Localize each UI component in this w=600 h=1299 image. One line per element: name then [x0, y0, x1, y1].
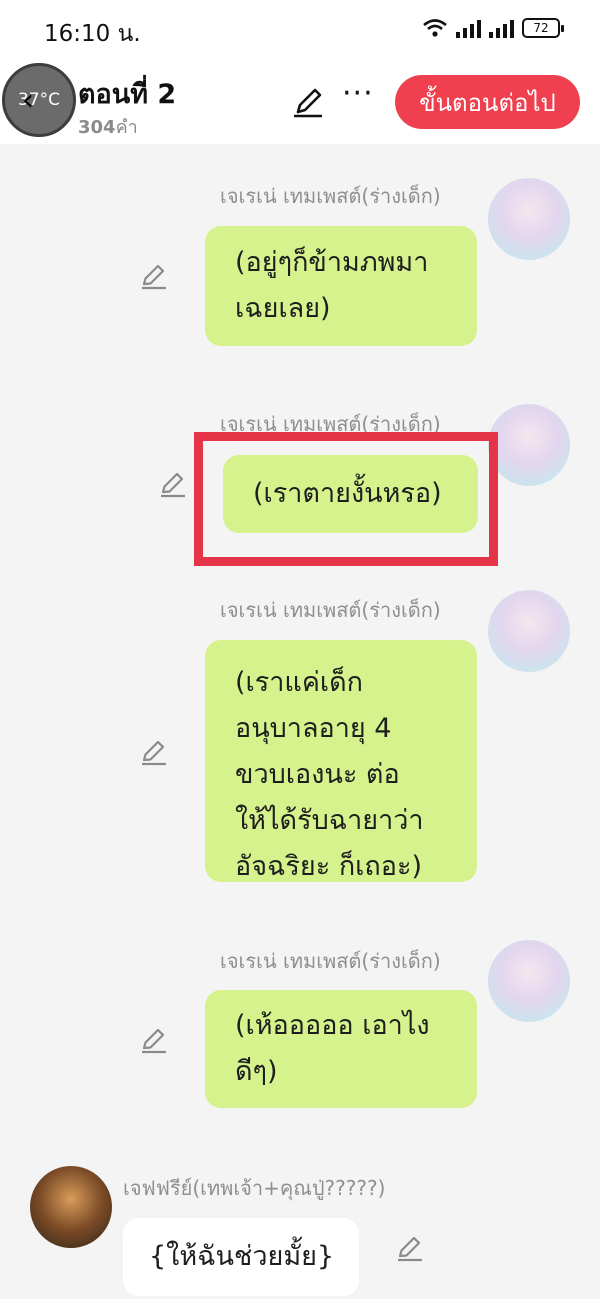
status-icons: 72: [422, 18, 564, 38]
word-count: 304คำ: [78, 112, 138, 141]
message-line: (เราแค่เด็ก: [235, 667, 363, 698]
back-icon[interactable]: ‹: [22, 86, 34, 116]
message-line: (อยู่ๆก็ข้ามภพมา: [235, 247, 429, 278]
message-line: ให้ได้รับฉายาว่า: [235, 805, 424, 836]
edit-message-icon[interactable]: [138, 1024, 170, 1056]
sender-name: เจเรเน่ เทมเพสต์(ร่างเด็ก): [220, 598, 441, 622]
sender-name: เจเรเน่ เทมเพสต์(ร่างเด็ก): [220, 949, 441, 973]
message-bubble[interactable]: (เห้อออออ เอาไง ดีๆ): [205, 990, 477, 1108]
message-line: อนุบาลอายุ 4: [235, 713, 392, 744]
message-bubble[interactable]: (อยู่ๆก็ข้ามภพมา เฉยเลย): [205, 226, 477, 346]
sender-name: เจฟฟรีย์(เทพเจ้า+คุณปู่?????): [123, 1176, 386, 1200]
message-bubble[interactable]: {ให้ฉันช่วยมั้ย}: [123, 1218, 359, 1296]
signal-icon: [456, 18, 481, 38]
message-line: ขวบเองนะ ต่อ: [235, 759, 400, 790]
message-line: ดีๆ): [235, 1056, 278, 1087]
avatar[interactable]: [488, 590, 570, 672]
avatar[interactable]: [488, 404, 570, 486]
message-line: เฉยเลย): [235, 293, 331, 324]
word-count-number: 304: [78, 117, 116, 138]
more-options-icon[interactable]: ···: [342, 79, 374, 109]
header: 37°C ‹ ตอนที่ 2 304คำ ··· ขั้นตอนต่อไป: [0, 62, 600, 144]
message-line: (เห้อออออ เอาไง: [235, 1010, 430, 1041]
status-time: 16:10 น.: [44, 21, 141, 47]
avatar[interactable]: [488, 178, 570, 260]
chapter-title: ตอนที่ 2: [78, 79, 177, 110]
avatar[interactable]: [30, 1166, 112, 1248]
edit-title-icon[interactable]: [290, 84, 326, 120]
status-bar: 16:10 น. 72: [0, 0, 600, 62]
edit-message-icon[interactable]: [394, 1232, 426, 1264]
wifi-icon: [423, 19, 447, 37]
message-line: อัจฉริยะ ก็เถอะ): [235, 851, 423, 882]
edit-message-icon[interactable]: [157, 468, 189, 500]
next-step-button[interactable]: ขั้นตอนต่อไป: [395, 75, 580, 129]
temperature-badge[interactable]: 37°C: [2, 63, 76, 137]
edit-message-icon[interactable]: [138, 736, 170, 768]
battery-icon: 72: [522, 18, 564, 38]
highlight-box: [194, 432, 498, 566]
message-bubble[interactable]: (เราแค่เด็ก อนุบาลอายุ 4 ขวบเองนะ ต่อ ให…: [205, 640, 477, 882]
avatar[interactable]: [488, 940, 570, 1022]
message-line: {ให้ฉันช่วยมั้ย}: [149, 1241, 335, 1272]
signal-icon-2: [489, 18, 514, 38]
word-count-unit: คำ: [115, 117, 138, 138]
edit-message-icon[interactable]: [138, 260, 170, 292]
sender-name: เจเรเน่ เทมเพสต์(ร่างเด็ก): [220, 184, 441, 208]
